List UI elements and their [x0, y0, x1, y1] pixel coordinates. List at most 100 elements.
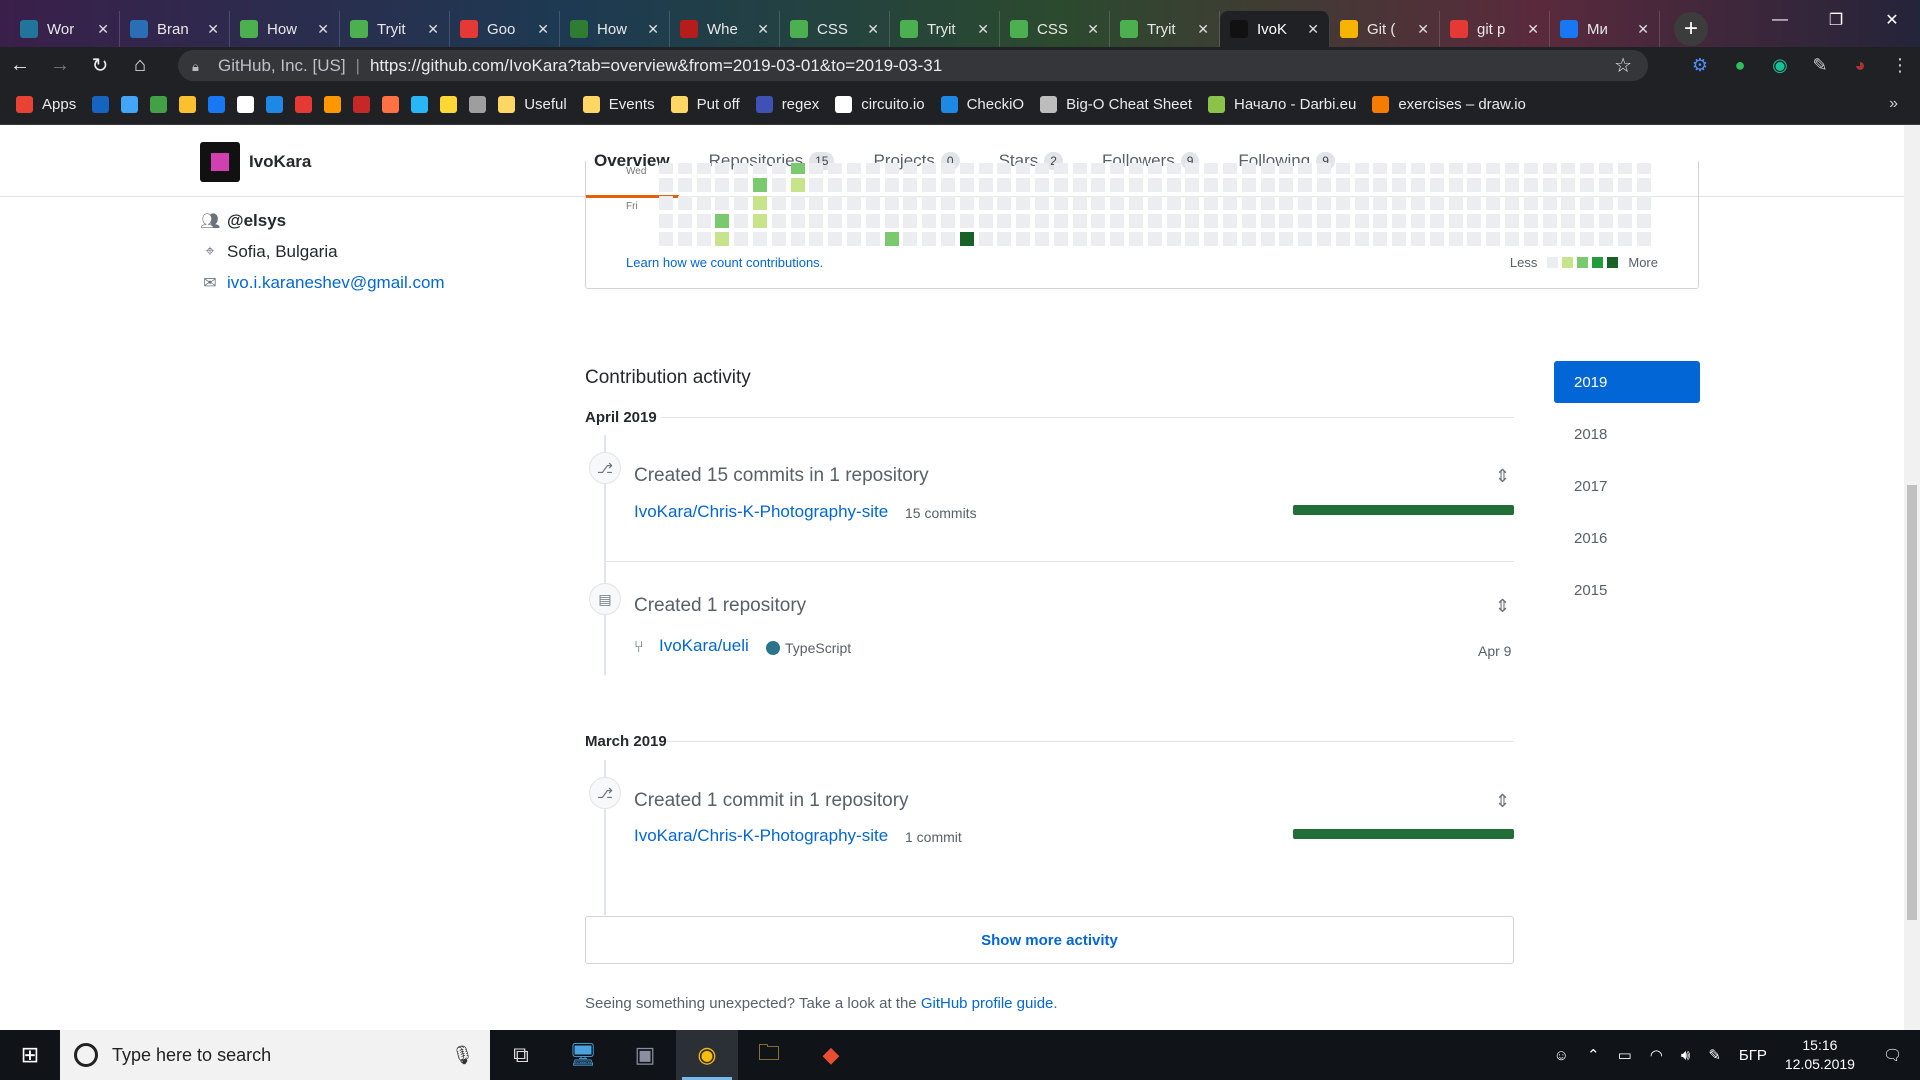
calendar-day-cell[interactable] [1354, 214, 1369, 228]
calendar-day-cell[interactable] [1110, 196, 1125, 210]
fold-icon[interactable]: ⇕ [1495, 466, 1510, 487]
event-commit-count[interactable]: 1 commit [905, 829, 962, 845]
calendar-day-cell[interactable] [1486, 163, 1501, 174]
calendar-day-cell[interactable] [1317, 232, 1331, 246]
event-title[interactable]: Created 1 repository [634, 595, 806, 617]
calendar-day-cell[interactable] [941, 163, 955, 174]
restore-icon[interactable]: ❐ [1808, 0, 1864, 40]
calendar-day-cell[interactable] [959, 214, 974, 228]
calendar-day-cell[interactable] [997, 214, 1012, 228]
calendar-day-cell[interactable] [1448, 214, 1463, 228]
calendar-day-cell[interactable] [959, 196, 974, 210]
calendar-day-cell[interactable] [677, 214, 692, 228]
avatar[interactable] [200, 142, 240, 182]
browser-tab[interactable]: How ✕ [230, 11, 340, 47]
file-explorer-app-icon[interactable]: 🗀 [738, 1030, 800, 1080]
calendar-day-cell[interactable] [753, 232, 767, 246]
bookmark-item[interactable]: Useful [498, 95, 567, 113]
calendar-day-cell[interactable] [903, 232, 918, 246]
calendar-day-cell[interactable] [1166, 214, 1181, 228]
forward-icon[interactable]: → [40, 47, 80, 84]
calendar-day-cell[interactable] [1392, 214, 1407, 228]
close-window-icon[interactable]: ✕ [1864, 0, 1920, 40]
calendar-day-cell[interactable] [1241, 196, 1256, 210]
calendar-day-cell[interactable] [696, 196, 711, 210]
tab-close-icon[interactable]: ✕ [1087, 21, 1099, 38]
calendar-day-cell[interactable] [1129, 163, 1143, 174]
notifications-icon[interactable]: 🗨︎ [1883, 1046, 1902, 1064]
calendar-day-cell[interactable] [1072, 214, 1087, 228]
calendar-day-cell[interactable] [734, 214, 749, 228]
calendar-day-cell[interactable] [1561, 163, 1576, 174]
calendar-day-cell[interactable] [1110, 214, 1125, 228]
address-bar[interactable]: 🔒︎ GitHub, Inc. [US] | https://github.co… [178, 50, 1648, 81]
calendar-day-cell[interactable] [753, 196, 767, 210]
calendar-day-cell[interactable] [1636, 196, 1651, 210]
calendar-day-cell[interactable] [1580, 232, 1595, 246]
menu-icon[interactable]: ⋮ [1880, 55, 1920, 76]
calendar-day-cell[interactable] [1429, 232, 1444, 246]
calendar-day-cell[interactable] [1223, 232, 1237, 246]
calendar-day-cell[interactable] [1035, 214, 1049, 228]
calendar-day-cell[interactable] [1617, 232, 1632, 246]
browser-tab[interactable]: Tryit ✕ [1110, 11, 1220, 47]
calendar-day-cell[interactable] [1429, 163, 1444, 174]
scrollbar-thumb[interactable] [1907, 485, 1917, 920]
calendar-day-cell[interactable] [1241, 163, 1256, 174]
calendar-day-cell[interactable] [922, 196, 937, 210]
tab-close-icon[interactable]: ✕ [1637, 21, 1649, 38]
calendar-day-cell[interactable] [734, 232, 749, 246]
calendar-day-cell[interactable] [659, 214, 673, 228]
bookmark-item[interactable] [92, 95, 110, 113]
calendar-day-cell[interactable] [1166, 232, 1181, 246]
browser-tab[interactable]: Ми ✕ [1550, 11, 1660, 47]
calendar-day-cell[interactable] [1053, 178, 1068, 192]
calendar-day-cell[interactable] [1185, 196, 1200, 210]
calendar-day-cell[interactable] [1317, 196, 1331, 210]
bookmark-item[interactable] [295, 95, 313, 113]
calendar-day-cell[interactable] [1561, 178, 1576, 192]
site-identity[interactable]: GitHub, Inc. [US] [218, 56, 346, 76]
calendar-day-cell[interactable] [1072, 163, 1087, 174]
event-repo-link[interactable]: IvoKara/Chris-K-Photography-site [634, 826, 888, 846]
calendar-day-cell[interactable] [1561, 196, 1576, 210]
calendar-day-cell[interactable] [1035, 163, 1049, 174]
email-link[interactable]: ivo.i.karaneshev@gmail.com [227, 273, 445, 293]
calendar-day-cell[interactable] [884, 232, 899, 246]
calendar-day-cell[interactable] [1617, 214, 1632, 228]
calendar-day-cell[interactable] [828, 196, 843, 210]
calendar-day-cell[interactable] [1467, 163, 1482, 174]
calendar-day-cell[interactable] [1260, 163, 1275, 174]
calendar-day-cell[interactable] [1580, 214, 1595, 228]
battery-icon[interactable]: ▭ [1618, 1046, 1632, 1064]
bookmark-item[interactable]: Big-O Cheat Sheet [1040, 95, 1192, 113]
calendar-day-cell[interactable] [790, 196, 805, 210]
calendar-day-cell[interactable] [715, 196, 730, 210]
calendar-day-cell[interactable] [1016, 163, 1031, 174]
calendar-day-cell[interactable] [1035, 178, 1049, 192]
calendar-day-cell[interactable] [1617, 196, 1632, 210]
calendar-day-cell[interactable] [1053, 163, 1068, 174]
calendar-day-cell[interactable] [1580, 196, 1595, 210]
bookmark-item[interactable]: regex [755, 95, 819, 113]
calendar-day-cell[interactable] [1223, 178, 1237, 192]
event-repo-link[interactable]: IvoKara/ueli [659, 636, 749, 656]
calendar-day-cell[interactable] [1599, 232, 1613, 246]
calendar-day-cell[interactable] [997, 178, 1012, 192]
calendar-day-cell[interactable] [1580, 163, 1595, 174]
calendar-day-cell[interactable] [1298, 232, 1313, 246]
calendar-day-cell[interactable] [1241, 178, 1256, 192]
calendar-day-cell[interactable] [828, 232, 843, 246]
calendar-day-cell[interactable] [1561, 232, 1576, 246]
tab-close-icon[interactable]: ✕ [1197, 21, 1209, 38]
microphone-icon[interactable]: 🎙︎ [451, 1045, 474, 1066]
calendar-day-cell[interactable] [1542, 178, 1557, 192]
calendar-day-cell[interactable] [1035, 196, 1049, 210]
calendar-day-cell[interactable] [959, 163, 974, 174]
calendar-day-cell[interactable] [696, 232, 711, 246]
bookmarks-more-icon[interactable]: » [1889, 95, 1898, 113]
browser-tab[interactable]: CSS ✕ [1000, 11, 1110, 47]
calendar-day-cell[interactable] [1411, 163, 1425, 174]
calendar-day-cell[interactable] [1241, 232, 1256, 246]
calendar-day-cell[interactable] [1223, 214, 1237, 228]
